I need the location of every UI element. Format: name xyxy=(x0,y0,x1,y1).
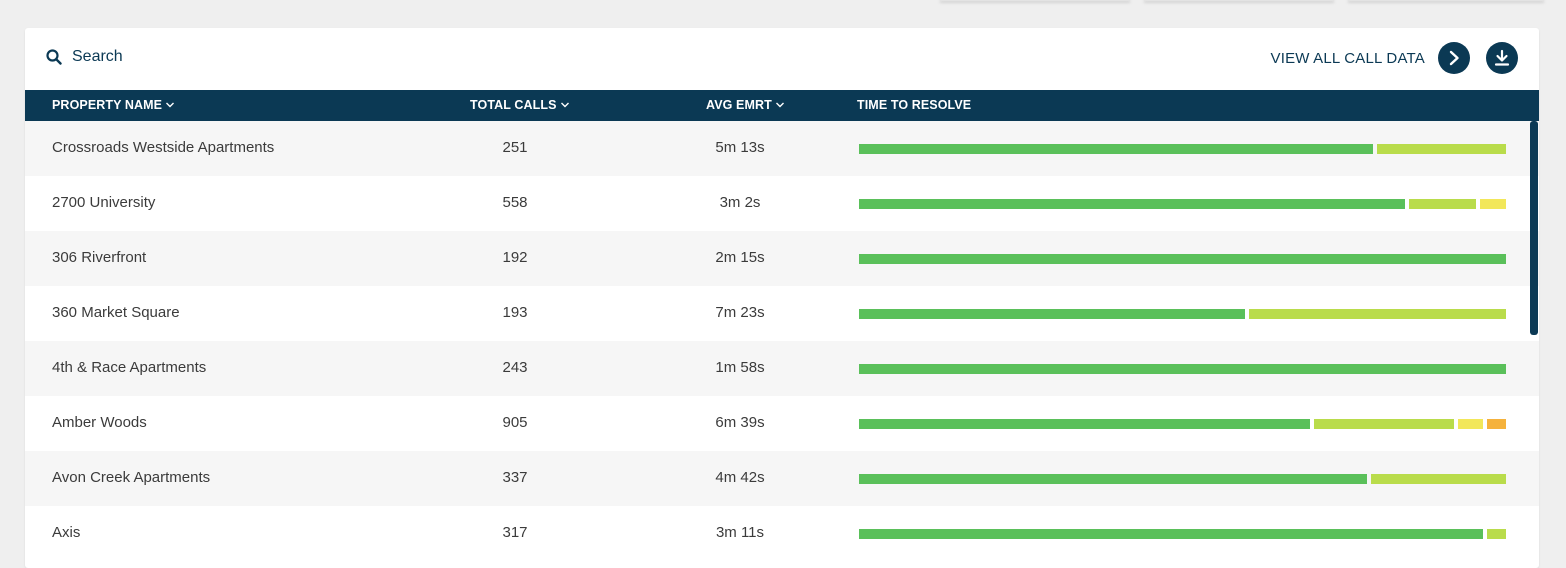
time-to-resolve-bar xyxy=(859,474,1506,484)
column-header-time-to-resolve: TIME TO RESOLVE xyxy=(857,98,971,112)
resolve-segment xyxy=(1480,199,1506,209)
time-to-resolve-bar xyxy=(859,144,1506,154)
table-row[interactable]: 306 Riverfront 192 2m 15s xyxy=(25,231,1539,286)
avg-emrt-cell: 7m 23s xyxy=(715,304,765,321)
column-header-label: TOTAL CALLS xyxy=(470,98,557,112)
resolve-segment xyxy=(859,199,1405,209)
resolve-segment xyxy=(1487,419,1506,429)
top-tabs xyxy=(940,0,1544,1)
resolve-segment xyxy=(1377,144,1506,154)
search-button[interactable]: Search xyxy=(46,48,123,66)
table-row[interactable]: 360 Market Square 193 7m 23s xyxy=(25,286,1539,341)
property-name-cell: Crossroads Westside Apartments xyxy=(52,139,275,156)
total-calls-cell: 558 xyxy=(502,194,528,211)
resolve-segment xyxy=(1409,199,1476,209)
avg-emrt-cell: 5m 13s xyxy=(715,139,765,156)
time-to-resolve-bar xyxy=(859,199,1506,209)
time-to-resolve-bar xyxy=(859,529,1506,539)
property-name-cell: 306 Riverfront xyxy=(52,249,147,266)
total-calls-cell: 192 xyxy=(502,249,528,266)
toolbar: Search VIEW ALL CALL DATA xyxy=(25,28,1539,90)
search-icon xyxy=(46,49,62,65)
property-name-cell: 2700 University xyxy=(52,194,156,211)
resolve-segment xyxy=(1458,419,1483,429)
column-header-avg-emrt[interactable]: AVG EMRT xyxy=(706,98,785,112)
download-icon[interactable] xyxy=(1486,42,1518,74)
property-name-cell: Axis xyxy=(52,524,81,541)
view-all-call-data-label: VIEW ALL CALL DATA xyxy=(1270,49,1425,67)
chevron-down-icon xyxy=(165,101,175,109)
resolve-segment xyxy=(859,309,1245,319)
property-name-cell: 4th & Race Apartments xyxy=(52,359,207,376)
chevron-right-icon[interactable] xyxy=(1438,42,1470,74)
resolve-segment xyxy=(859,529,1483,539)
call-data-card: Search VIEW ALL CALL DATA PROPERTY NAME xyxy=(25,28,1539,568)
column-header-label: PROPERTY NAME xyxy=(52,98,163,112)
table-row[interactable]: Amber Woods 905 6m 39s xyxy=(25,396,1539,451)
table-row[interactable]: Crossroads Westside Apartments 251 5m 13… xyxy=(25,121,1539,176)
time-to-resolve-bar xyxy=(859,364,1506,374)
top-tab[interactable] xyxy=(940,0,1130,1)
table-row[interactable]: 4th & Race Apartments 243 1m 58s xyxy=(25,341,1539,396)
total-calls-cell: 317 xyxy=(502,524,528,541)
avg-emrt-cell: 1m 58s xyxy=(715,359,765,376)
chevron-down-icon xyxy=(775,101,785,109)
resolve-segment xyxy=(859,419,1310,429)
resolve-segment xyxy=(859,144,1373,154)
avg-emrt-cell: 3m 2s xyxy=(719,194,761,211)
avg-emrt-cell: 3m 11s xyxy=(715,524,765,541)
table-row[interactable]: 2700 University 558 3m 2s xyxy=(25,176,1539,231)
column-header-label: AVG EMRT xyxy=(706,98,772,112)
resolve-segment xyxy=(1249,309,1506,319)
avg-emrt-cell: 6m 39s xyxy=(715,414,765,431)
resolve-segment xyxy=(859,254,1506,264)
time-to-resolve-bar xyxy=(859,254,1506,264)
property-name-cell: 360 Market Square xyxy=(52,304,180,321)
avg-emrt-cell: 2m 15s xyxy=(715,249,765,266)
total-calls-cell: 905 xyxy=(502,414,528,431)
search-label: Search xyxy=(72,48,123,65)
resolve-segment xyxy=(859,474,1367,484)
table-row[interactable]: Avon Creek Apartments 337 4m 42s xyxy=(25,451,1539,506)
table-scrollbar[interactable] xyxy=(1530,121,1538,335)
table-row[interactable]: Axis 317 3m 11s xyxy=(25,506,1539,561)
resolve-segment xyxy=(1371,474,1506,484)
resolve-segment xyxy=(1314,419,1454,429)
column-header-property-name[interactable]: PROPERTY NAME xyxy=(52,98,175,112)
time-to-resolve-bar xyxy=(859,419,1506,429)
table-header: PROPERTY NAME TOTAL CALLS AVG EMRT TIME … xyxy=(25,90,1539,121)
top-tab[interactable] xyxy=(1144,0,1334,1)
column-header-label: TIME TO RESOLVE xyxy=(857,98,972,112)
total-calls-cell: 337 xyxy=(502,469,528,486)
resolve-segment xyxy=(1487,529,1506,539)
avg-emrt-cell: 4m 42s xyxy=(715,469,765,486)
view-all-call-data-link[interactable]: VIEW ALL CALL DATA xyxy=(1270,42,1470,74)
chevron-down-icon xyxy=(560,101,570,109)
top-tab[interactable] xyxy=(1348,0,1544,1)
table-body: Crossroads Westside Apartments 251 5m 13… xyxy=(25,121,1539,561)
total-calls-cell: 251 xyxy=(502,139,528,156)
resolve-segment xyxy=(859,364,1506,374)
time-to-resolve-bar xyxy=(859,309,1506,319)
property-name-cell: Avon Creek Apartments xyxy=(52,469,211,486)
property-name-cell: Amber Woods xyxy=(52,414,147,431)
column-header-total-calls[interactable]: TOTAL CALLS xyxy=(470,98,570,112)
total-calls-cell: 193 xyxy=(502,304,528,321)
total-calls-cell: 243 xyxy=(502,359,528,376)
